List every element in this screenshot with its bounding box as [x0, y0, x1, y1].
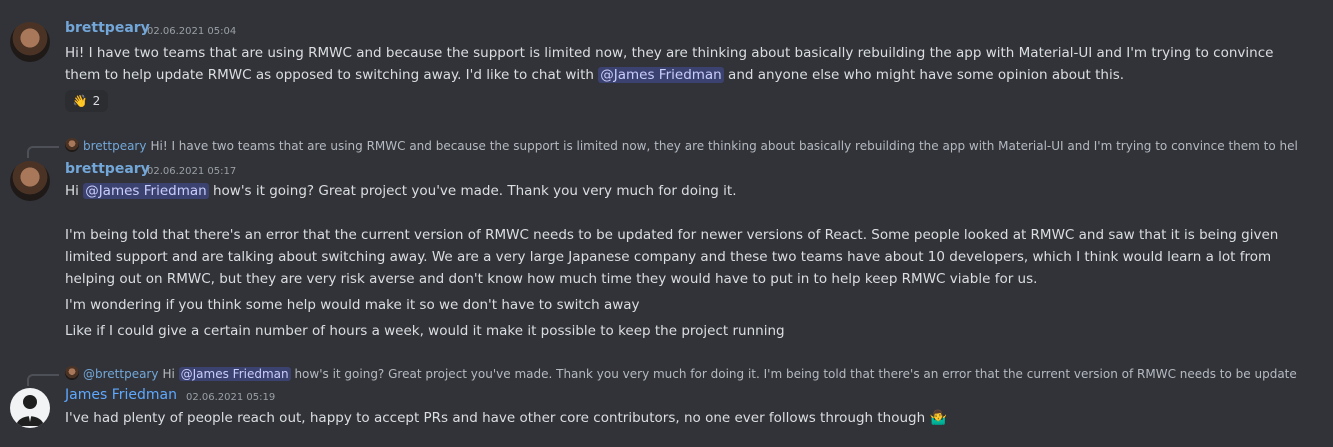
user-avatar[interactable] [10, 388, 50, 428]
reply-username[interactable]: @brettpeary [83, 367, 158, 381]
reply-preview[interactable]: @brettpeary Hi @James Friedman how's it g… [65, 366, 1297, 382]
message-text-part: Hi [65, 183, 84, 199]
user-mention[interactable]: @James Friedman [178, 367, 291, 381]
message-text-part: how's it going? Great project you've mad… [208, 183, 737, 199]
reply-avatar [65, 138, 79, 152]
user-avatar[interactable] [10, 22, 50, 62]
message-text-part: and anyone else who might have some opin… [723, 67, 1125, 83]
user-mention[interactable]: @James Friedman [83, 183, 209, 199]
message: @brettpeary Hi @James Friedman how's it g… [0, 358, 1333, 447]
message-timestamp: 02.06.2021 05:17 [147, 166, 237, 177]
waving-hand-emoji: 👋 [72, 94, 88, 108]
reply-connector [27, 146, 59, 158]
reply-text: how's it going? Great project you've mad… [290, 367, 1297, 381]
reply-avatar [65, 366, 79, 380]
message-paragraph: I'm being told that there's an error tha… [65, 227, 1279, 287]
message: brettpeary 02.06.2021 05:04 Hi! I have t… [0, 0, 1333, 120]
user-mention[interactable]: @James Friedman [598, 67, 724, 83]
reply-username[interactable]: brettpeary [83, 139, 146, 153]
person-silhouette-icon [16, 395, 44, 426]
reaction-button[interactable]: 👋 2 [65, 90, 108, 112]
message: brettpeary Hi! I have two teams that are … [0, 130, 1333, 345]
shrugging-man-emoji: 🤷‍♂️ [929, 410, 947, 426]
message-text: Hi! I have two teams that are using RMWC… [65, 42, 1305, 86]
reply-connector [27, 374, 59, 386]
reply-preview[interactable]: brettpeary Hi! I have two teams that are … [65, 138, 1297, 154]
message-text-part: I've had plenty of people reach out, hap… [65, 410, 926, 426]
reply-text: Hi! I have two teams that are using RMWC… [150, 139, 1297, 153]
message-text: Hi @James Friedman how's it going? Great… [65, 180, 1305, 202]
message-line: I'm wondering if you think some help wou… [65, 297, 640, 313]
username[interactable]: brettpeary [65, 161, 150, 177]
username[interactable]: James Friedman [65, 387, 177, 403]
user-avatar[interactable] [10, 161, 50, 201]
reply-text: Hi [162, 367, 179, 381]
message-timestamp: 02.06.2021 05:04 [147, 26, 237, 37]
message-text: I've had plenty of people reach out, hap… [65, 407, 1305, 429]
message-timestamp: 02.06.2021 05:19 [186, 392, 276, 403]
reaction-count: 2 [92, 94, 101, 108]
message-line: Like if I could give a certain number of… [65, 323, 785, 339]
username[interactable]: brettpeary [65, 20, 150, 36]
